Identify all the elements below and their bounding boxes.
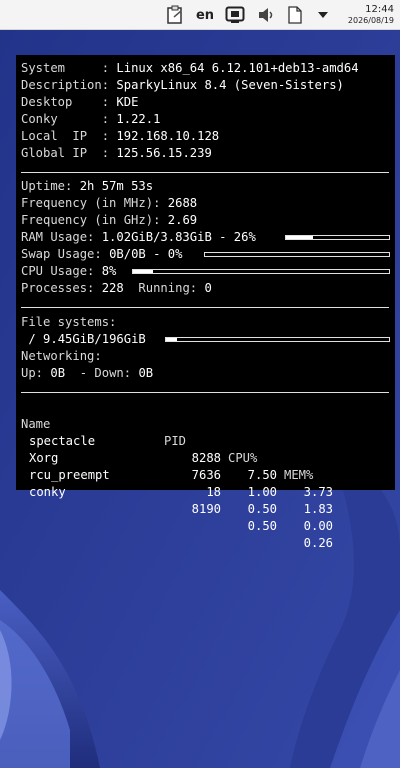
table-row: conky 8190 0.50 0.26 xyxy=(21,467,381,550)
root-fs-row: / 9.45GiB/196GiB xyxy=(28,332,146,346)
table-row: spectacle 8288 7.50 3.73 xyxy=(21,416,381,499)
volume-icon[interactable] xyxy=(255,4,277,26)
conky-widget: System : Linux x86_64 6.12.101+deb13-amd… xyxy=(16,55,395,550)
root-fs-bar xyxy=(165,337,390,342)
keyboard-layout-indicator[interactable]: en xyxy=(193,4,217,26)
clock-time: 12:44 xyxy=(365,4,394,15)
system-row: System : Linux x86_64 6.12.101+deb13-amd… xyxy=(21,61,359,75)
clock[interactable]: 12:44 2026/08/19 xyxy=(348,4,394,26)
ram-usage-bar xyxy=(285,235,390,240)
local-ip-row: Local IP : 192.168.10.128 xyxy=(21,129,220,143)
table-row: Xorg 7636 1.00 1.83 xyxy=(21,433,381,516)
conky-version-row: Conky : 1.22.1 xyxy=(21,112,161,126)
top-panel: en 12:44 2026/08/19 xyxy=(0,0,400,30)
processes-row: Processes: 228 Running: 0 xyxy=(21,281,212,295)
process-pid: 8190 xyxy=(191,502,221,516)
notes-icon[interactable] xyxy=(284,4,306,26)
divider xyxy=(21,392,389,393)
uptime-row: Uptime: 2h 57m 53s xyxy=(21,179,154,193)
process-mem: 0.00 xyxy=(303,519,333,533)
snapshot-icon[interactable] xyxy=(223,4,247,26)
process-mem: 1.83 xyxy=(303,502,333,516)
global-ip-row: Global IP : 125.56.15.239 xyxy=(21,146,212,160)
file-systems-heading: File systems: xyxy=(21,315,117,329)
process-cpu: 1.00 xyxy=(247,485,277,499)
process-mem: 0.26 xyxy=(303,536,333,550)
cpu-usage-bar xyxy=(132,269,390,274)
process-mem: 3.73 xyxy=(303,485,333,499)
process-cpu: 0.50 xyxy=(247,519,277,533)
process-table-header: Name PID CPU% MEM% xyxy=(21,399,381,482)
table-row: rcu_preempt 18 0.50 0.00 xyxy=(21,450,381,533)
clock-date: 2026/08/19 xyxy=(347,16,394,25)
cpu-usage-row: CPU Usage: 8% xyxy=(21,264,117,278)
freq-ghz-row: Frequency (in GHz): 2.69 xyxy=(21,213,198,227)
swap-usage-bar xyxy=(204,252,390,257)
swap-usage-row: Swap Usage: 0B/0B - 0% xyxy=(21,247,183,261)
divider xyxy=(21,307,389,308)
process-pid: 18 xyxy=(206,485,221,499)
process-cpu: 0.50 xyxy=(247,502,277,516)
ram-usage-row: RAM Usage: 1.02GiB/3.83GiB - 26% xyxy=(21,230,256,244)
network-traffic-row: Up: 0B - Down: 0B xyxy=(21,366,154,380)
divider xyxy=(21,172,389,173)
desktop-row: Desktop : KDE xyxy=(21,95,139,109)
process-name: conky xyxy=(29,485,66,499)
clipboard-icon[interactable] xyxy=(164,4,186,26)
description-row: Description: SparkyLinux 8.4 (Seven-Sist… xyxy=(21,78,344,92)
networking-heading: Networking: xyxy=(21,349,102,363)
tray-arrow-icon[interactable] xyxy=(313,4,333,26)
freq-mhz-row: Frequency (in MHz): 2688 xyxy=(21,196,198,210)
